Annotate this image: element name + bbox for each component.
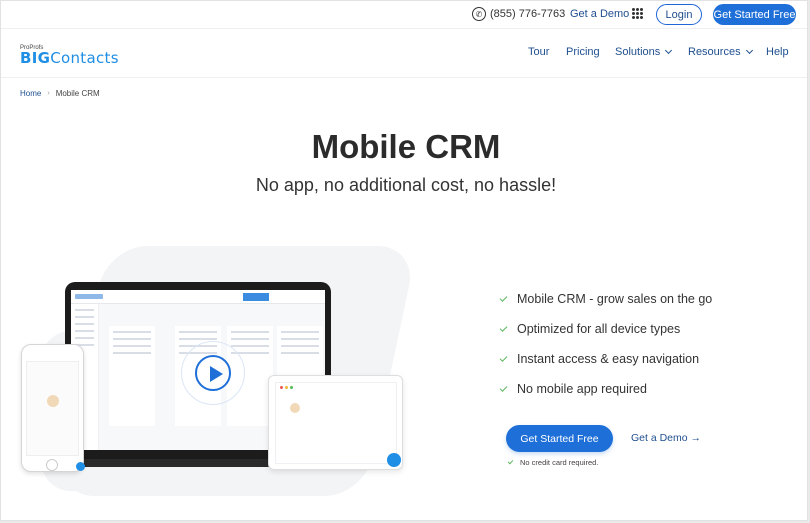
no-credit-card-note: No credit card required.	[507, 458, 598, 467]
main-nav: ProProfs BIGContacts Tour Pricing Soluti…	[1, 30, 807, 78]
phone-number: (855) 776-7763	[490, 8, 566, 20]
avatar	[47, 395, 59, 407]
nav-item-help[interactable]: Help	[766, 46, 789, 58]
logo-bigcontacts: BIGContacts	[20, 49, 119, 67]
breadcrumb-current: Mobile CRM	[55, 89, 100, 98]
chat-icon	[387, 453, 401, 467]
logo[interactable]: ProProfs BIGContacts	[20, 45, 119, 66]
feature-list: Mobile CRM - grow sales on the go Optimi…	[499, 284, 712, 404]
phone-mockup	[21, 344, 85, 472]
check-icon	[507, 458, 514, 464]
get-started-button[interactable]: Get Started Free	[506, 425, 613, 452]
play-video-button[interactable]	[195, 355, 231, 391]
chevron-down-icon	[745, 46, 753, 55]
phone-link[interactable]: ✆ (855) 776-7763	[472, 7, 565, 21]
check-icon	[499, 353, 508, 362]
feature-item: Optimized for all device types	[499, 314, 712, 344]
page-subtitle: No app, no additional cost, no hassle!	[255, 175, 557, 195]
tablet-mockup	[268, 375, 403, 470]
feature-item: No mobile app required	[499, 374, 712, 404]
breadcrumb-home[interactable]: Home	[20, 89, 41, 98]
breadcrumb-separator: ›	[47, 90, 50, 97]
feature-item: Instant access & easy navigation	[499, 344, 712, 374]
apps-grid-icon[interactable]	[632, 8, 643, 19]
chevron-down-icon	[665, 46, 673, 55]
breadcrumb: Home › Mobile CRM	[20, 89, 100, 98]
check-icon	[499, 323, 508, 332]
top-get-started-button[interactable]: Get Started Free	[713, 4, 796, 25]
nav-item-solutions[interactable]: Solutions	[615, 46, 673, 58]
nav-item-pricing[interactable]: Pricing	[566, 46, 600, 58]
feature-item: Mobile CRM - grow sales on the go	[499, 284, 712, 314]
page: ✆ (855) 776-7763 Get a Demo Login Get St…	[0, 0, 808, 521]
get-demo-link[interactable]: Get a Demo →	[631, 432, 701, 444]
top-get-demo-link[interactable]: Get a Demo	[570, 8, 629, 20]
top-utility-bar: ✆ (855) 776-7763 Get a Demo Login Get St…	[1, 1, 807, 29]
nav-item-resources[interactable]: Resources	[688, 46, 753, 58]
home-button-icon	[46, 459, 58, 471]
nav-item-tour[interactable]: Tour	[528, 46, 549, 58]
phone-icon: ✆	[472, 7, 486, 21]
avatar	[290, 403, 300, 413]
login-button[interactable]: Login	[656, 4, 702, 25]
check-icon	[499, 383, 508, 392]
page-title: Mobile CRM	[311, 128, 501, 165]
chat-icon	[76, 462, 85, 471]
check-icon	[499, 293, 508, 302]
